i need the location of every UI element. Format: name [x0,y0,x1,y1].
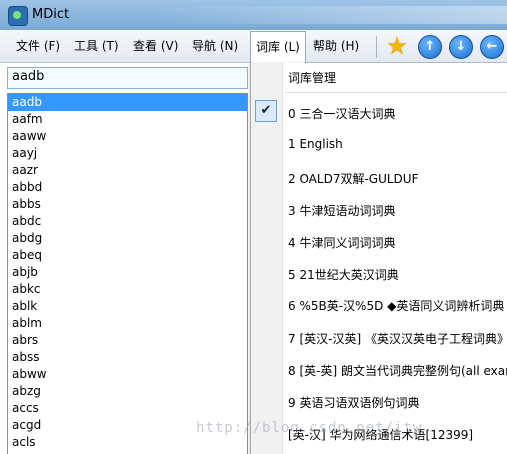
library-item-huawei[interactable]: [英-汉] 华为网络通信术语[12399] [288,426,473,443]
word-list-item[interactable]: abss [8,349,247,366]
library-item-0[interactable]: 0 三合一汉语大词典 [288,105,395,122]
down-arrow-icon[interactable]: ↓ [449,35,473,59]
menu-library[interactable]: 词库 (L) [250,31,306,63]
word-list-item[interactable]: ablm [8,315,247,332]
word-list[interactable]: aadb aafm aaww aayj aazr abbd abbs abdc … [7,93,248,454]
word-list-item[interactable]: aafm [8,111,247,128]
library-item-5[interactable]: 5 21世纪大英汉词典 [288,266,399,283]
mdict-app-icon [8,6,28,26]
checkmark-icon: ✔ [255,100,277,122]
title-bar: MDict [0,0,507,30]
word-list-item[interactable]: abkc [8,281,247,298]
menu-divider [285,92,507,93]
word-panel: aadb aadb aafm aaww aayj aazr abbd abbs … [0,63,250,454]
library-item-1[interactable]: 1 English [288,137,343,151]
word-list-item[interactable]: abdc [8,213,247,230]
toolbar-separator [376,36,377,58]
library-item-9[interactable]: 9 英语习语双语例句词典 [288,394,419,411]
menu-navigate[interactable]: 导航 (N) [192,30,238,62]
menu-file[interactable]: 文件 (F) [16,30,60,62]
word-list-item-selected[interactable]: aadb [8,94,247,111]
word-list-item[interactable]: accs [8,400,247,417]
library-item-6[interactable]: 6 %5B英-汉%5D ◆英语同义词辨析词典 ( [288,297,507,314]
word-list-item[interactable]: abbs [8,196,247,213]
title-bar-blur [150,6,507,24]
word-list-item[interactable]: aayj [8,145,247,162]
word-list-item[interactable]: abbd [8,179,247,196]
word-list-item[interactable]: acls [8,434,247,451]
word-list-item[interactable]: abrs [8,332,247,349]
window-title: MDict [32,7,70,22]
word-list-item[interactable]: abzg [8,383,247,400]
word-list-item[interactable]: abww [8,366,247,383]
word-list-item[interactable]: acgd [8,417,247,434]
library-item-8[interactable]: 8 [英-英] 朗文当代词典完整例句(all exam [288,362,507,379]
library-item-7[interactable]: 7 [英汉-汉英] 《英汉汉英电子工程词典》 [288,330,507,347]
word-list-item[interactable]: aaww [8,128,247,145]
library-item-2[interactable]: 2 OALD7双解-GULDUF [288,170,418,187]
up-arrow-icon[interactable]: ↑ [418,35,442,59]
word-list-item[interactable]: abjb [8,264,247,281]
word-list-item[interactable]: ablk [8,298,247,315]
library-item-4[interactable]: 4 牛津同义词词词典 [288,234,395,251]
library-item-3[interactable]: 3 牛津短语动词词典 [288,202,395,219]
menu-view[interactable]: 查看 (V) [133,30,178,62]
library-dropdown-menu: 词库管理 ✔ 0 三合一汉语大词典 1 English 2 OALD7双解-GU… [250,63,507,454]
word-list-item[interactable]: aazr [8,162,247,179]
word-list-item[interactable]: abdg [8,230,247,247]
search-input[interactable]: aadb [7,67,248,89]
star-icon[interactable]: ★ [386,34,408,58]
menu-help[interactable]: 帮助 (H) [313,30,359,62]
library-manager-item[interactable]: 词库管理 [288,69,336,86]
word-list-item[interactable]: abeq [8,247,247,264]
menu-tools[interactable]: 工具 (T) [74,30,119,62]
back-arrow-icon[interactable]: ← [480,35,504,59]
